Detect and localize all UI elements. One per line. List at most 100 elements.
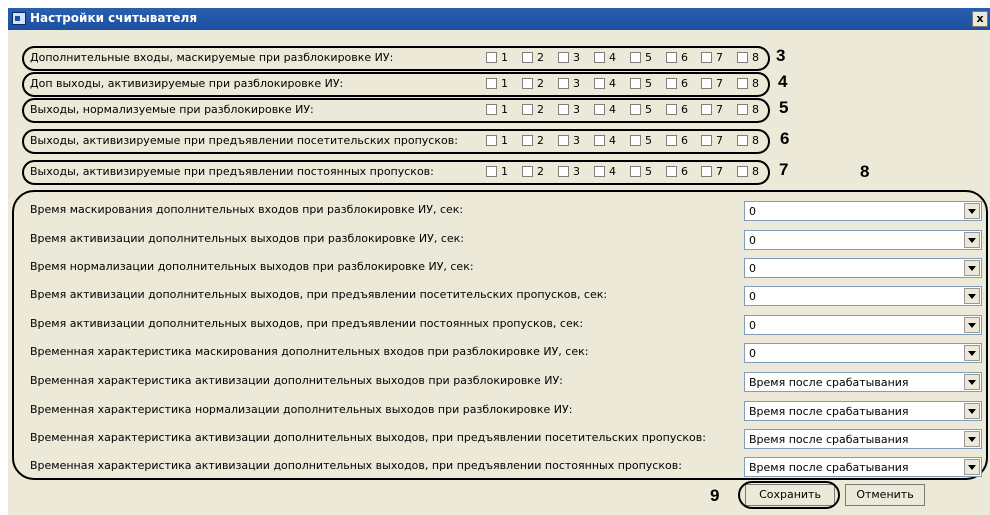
- checkbox-number: 2: [537, 103, 544, 116]
- output-checkbox[interactable]: [522, 52, 533, 63]
- setting-dropdown[interactable]: 0: [744, 315, 982, 335]
- setting-dropdown[interactable]: 0: [744, 343, 982, 363]
- checkbox-number: 4: [609, 165, 616, 178]
- checkbox-number: 5: [645, 77, 652, 90]
- output-checkbox[interactable]: [486, 104, 497, 115]
- setting-dropdown[interactable]: 0: [744, 258, 982, 278]
- chevron-down-icon[interactable]: [964, 232, 980, 248]
- output-checkbox[interactable]: [701, 52, 712, 63]
- checkbox-number: 3: [573, 165, 580, 178]
- output-checkbox[interactable]: [737, 135, 748, 146]
- chevron-down-icon[interactable]: [964, 345, 980, 361]
- output-checkbox[interactable]: [701, 78, 712, 89]
- setting-label: Время активизации дополнительных выходов…: [30, 288, 608, 301]
- output-checkbox[interactable]: [594, 52, 605, 63]
- output-checkbox[interactable]: [486, 52, 497, 63]
- checkbox-number: 8: [752, 77, 759, 90]
- output-checkbox[interactable]: [522, 104, 533, 115]
- checkbox-number: 8: [752, 165, 759, 178]
- setting-label: Временная характеристика активизации доп…: [30, 459, 682, 472]
- chevron-down-icon[interactable]: [964, 288, 980, 304]
- chevron-down-icon[interactable]: [964, 317, 980, 333]
- output-checkbox[interactable]: [594, 135, 605, 146]
- checkbox-number: 4: [609, 134, 616, 147]
- callout-marker: 5: [779, 98, 789, 117]
- output-checkbox[interactable]: [594, 166, 605, 177]
- output-checkbox[interactable]: [737, 52, 748, 63]
- checkbox-number: 3: [573, 134, 580, 147]
- window-icon: [12, 12, 26, 25]
- checkbox-number: 4: [609, 77, 616, 90]
- output-checkbox[interactable]: [630, 78, 641, 89]
- setting-dropdown[interactable]: Время после срабатывания: [744, 457, 982, 477]
- setting-label: Время маскирования дополнительных входов…: [30, 203, 464, 216]
- checkbox-number: 8: [752, 51, 759, 64]
- output-checkbox[interactable]: [558, 104, 569, 115]
- output-checkbox[interactable]: [594, 78, 605, 89]
- setting-dropdown[interactable]: 0: [744, 201, 982, 221]
- checkbox-number: 7: [716, 165, 723, 178]
- close-button[interactable]: x: [972, 11, 988, 27]
- dropdown-value: Время после срабатывания: [749, 461, 909, 474]
- dropdown-value: 0: [749, 290, 756, 303]
- output-checkbox[interactable]: [522, 78, 533, 89]
- checkbox-number: 2: [537, 134, 544, 147]
- output-checkbox[interactable]: [666, 135, 677, 146]
- settings-window: Настройки считывателя x Дополнительные в…: [8, 8, 990, 515]
- chevron-down-icon[interactable]: [964, 203, 980, 219]
- output-checkbox[interactable]: [737, 78, 748, 89]
- callout-marker: 9: [710, 486, 720, 505]
- chevron-down-icon[interactable]: [964, 431, 980, 447]
- checkbox-number: 8: [752, 134, 759, 147]
- chevron-down-icon[interactable]: [964, 374, 980, 390]
- checkbox-row-label: Выходы, активизируемые при предъявлении …: [30, 165, 434, 178]
- setting-dropdown[interactable]: Время после срабатывания: [744, 372, 982, 392]
- output-checkbox[interactable]: [486, 135, 497, 146]
- output-checkbox[interactable]: [558, 52, 569, 63]
- output-checkbox[interactable]: [630, 104, 641, 115]
- output-checkbox[interactable]: [558, 78, 569, 89]
- output-checkbox[interactable]: [522, 166, 533, 177]
- output-checkbox[interactable]: [701, 135, 712, 146]
- checkbox-number: 1: [501, 134, 508, 147]
- dropdown-value: Время после срабатывания: [749, 405, 909, 418]
- checkbox-row-label: Выходы, нормализуемые при разблокировке …: [30, 103, 314, 116]
- setting-dropdown[interactable]: 0: [744, 230, 982, 250]
- checkbox-row-label: Выходы, активизируемые при предъявлении …: [30, 134, 458, 147]
- setting-dropdown[interactable]: 0: [744, 286, 982, 306]
- callout-marker: 8: [860, 162, 870, 181]
- dropdown-value: Время после срабатывания: [749, 376, 909, 389]
- output-checkbox[interactable]: [737, 104, 748, 115]
- output-checkbox[interactable]: [594, 104, 605, 115]
- checkbox-number: 6: [681, 77, 688, 90]
- callout-marker: 6: [780, 129, 790, 148]
- checkbox-number: 5: [645, 103, 652, 116]
- setting-dropdown[interactable]: Время после срабатывания: [744, 429, 982, 449]
- output-checkbox[interactable]: [486, 78, 497, 89]
- output-checkbox[interactable]: [701, 166, 712, 177]
- setting-label: Временная характеристика активизации доп…: [30, 431, 706, 444]
- output-checkbox[interactable]: [558, 166, 569, 177]
- checkbox-number: 1: [501, 77, 508, 90]
- output-checkbox[interactable]: [486, 166, 497, 177]
- output-checkbox[interactable]: [701, 104, 712, 115]
- callout-marker: 7: [779, 160, 789, 179]
- output-checkbox[interactable]: [737, 166, 748, 177]
- setting-dropdown[interactable]: Время после срабатывания: [744, 401, 982, 421]
- chevron-down-icon[interactable]: [964, 403, 980, 419]
- dropdown-value: 0: [749, 319, 756, 332]
- output-checkbox[interactable]: [666, 166, 677, 177]
- output-checkbox[interactable]: [630, 166, 641, 177]
- output-checkbox[interactable]: [666, 104, 677, 115]
- chevron-down-icon[interactable]: [964, 459, 980, 475]
- output-checkbox[interactable]: [666, 78, 677, 89]
- checkbox-number: 2: [537, 165, 544, 178]
- chevron-down-icon[interactable]: [964, 260, 980, 276]
- output-checkbox[interactable]: [522, 135, 533, 146]
- output-checkbox[interactable]: [630, 135, 641, 146]
- output-checkbox[interactable]: [558, 135, 569, 146]
- cancel-button[interactable]: Отменить: [845, 484, 925, 506]
- checkbox-number: 4: [609, 51, 616, 64]
- output-checkbox[interactable]: [666, 52, 677, 63]
- output-checkbox[interactable]: [630, 52, 641, 63]
